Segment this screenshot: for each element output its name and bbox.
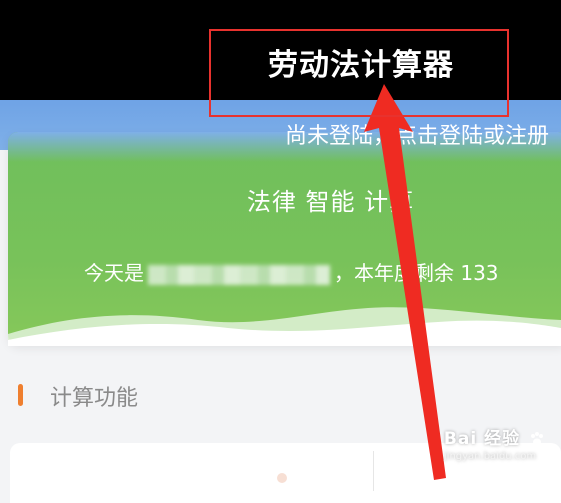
blurred-date	[148, 264, 330, 285]
section-title: 计算功能	[50, 386, 139, 411]
year-remaining: ，本年度剩余 133	[334, 261, 499, 285]
hero-wave	[8, 307, 561, 346]
watermark-brand-text: Bai 经验	[443, 429, 521, 449]
section-accent	[18, 384, 23, 406]
paw-icon	[531, 432, 543, 446]
highlight-box	[209, 29, 509, 117]
watermark-brand: Bai 经验	[444, 424, 547, 449]
baidu-watermark: Bai 经验 jingyan.baidu.com	[444, 424, 547, 462]
card-divider	[373, 451, 374, 491]
watermark-url: jingyan.baidu.com	[443, 451, 537, 462]
date-info: 今天是 ，本年度剩余 133	[84, 257, 499, 286]
card-decoration	[277, 473, 287, 483]
date-prefix: 今天是	[84, 261, 144, 285]
login-register-link[interactable]: 尚未登陆，点击登陆或注册	[285, 118, 549, 150]
hero-slogan: 法律 智能 计算	[246, 188, 415, 216]
